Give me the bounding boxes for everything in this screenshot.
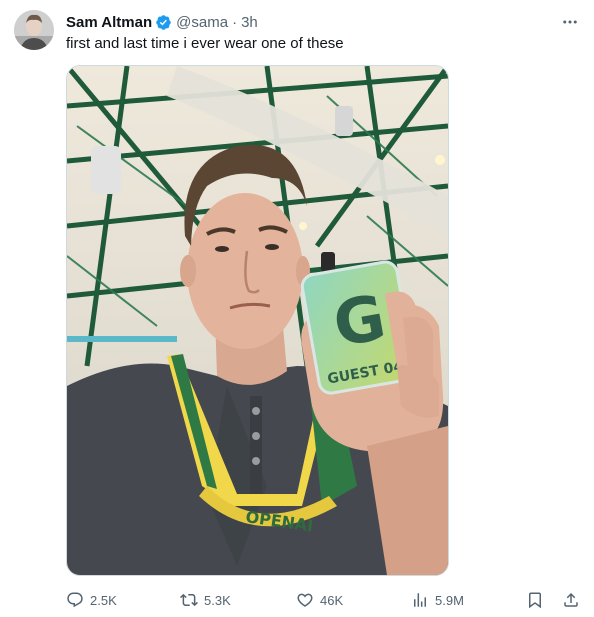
tweet-text: first and last time i ever wear one of t… [66,35,344,52]
share-icon [562,591,580,609]
like-button[interactable]: 46K [296,588,343,612]
separator-dot: · [232,13,238,31]
repost-icon [180,591,198,609]
heart-icon [296,591,314,609]
repost-count: 5.3K [204,592,231,608]
views-icon [411,591,429,609]
more-icon [561,13,579,31]
reply-button[interactable]: 2.5K [66,588,117,612]
repost-button[interactable]: 5.3K [180,588,231,612]
more-button[interactable] [558,10,582,34]
bookmark-icon [526,591,544,609]
view-count: 5.9M [435,592,464,608]
author-name[interactable]: Sam Altman [66,14,152,31]
avatar[interactable] [14,10,54,50]
author-handle[interactable]: @sama [176,14,228,31]
photo-image: OPENAI G GUEST 04 [67,66,448,575]
avatar-image [14,10,54,50]
tweet-photo[interactable]: OPENAI G GUEST 04 [66,65,449,576]
tweet: Sam Altman @sama · 3h first and last tim… [0,0,594,617]
like-count: 46K [320,592,344,608]
share-button[interactable] [562,588,580,612]
tweet-header: Sam Altman @sama · 3h [66,12,258,32]
reply-icon [66,591,84,609]
views-button[interactable]: 5.9M [411,588,464,612]
action-bar: 2.5K 5.3K 46K 5.9M [0,588,594,612]
reply-count: 2.5K [90,592,117,608]
timestamp[interactable]: 3h [241,14,258,31]
verified-badge-icon[interactable] [155,14,172,31]
bookmark-button[interactable] [526,588,544,612]
